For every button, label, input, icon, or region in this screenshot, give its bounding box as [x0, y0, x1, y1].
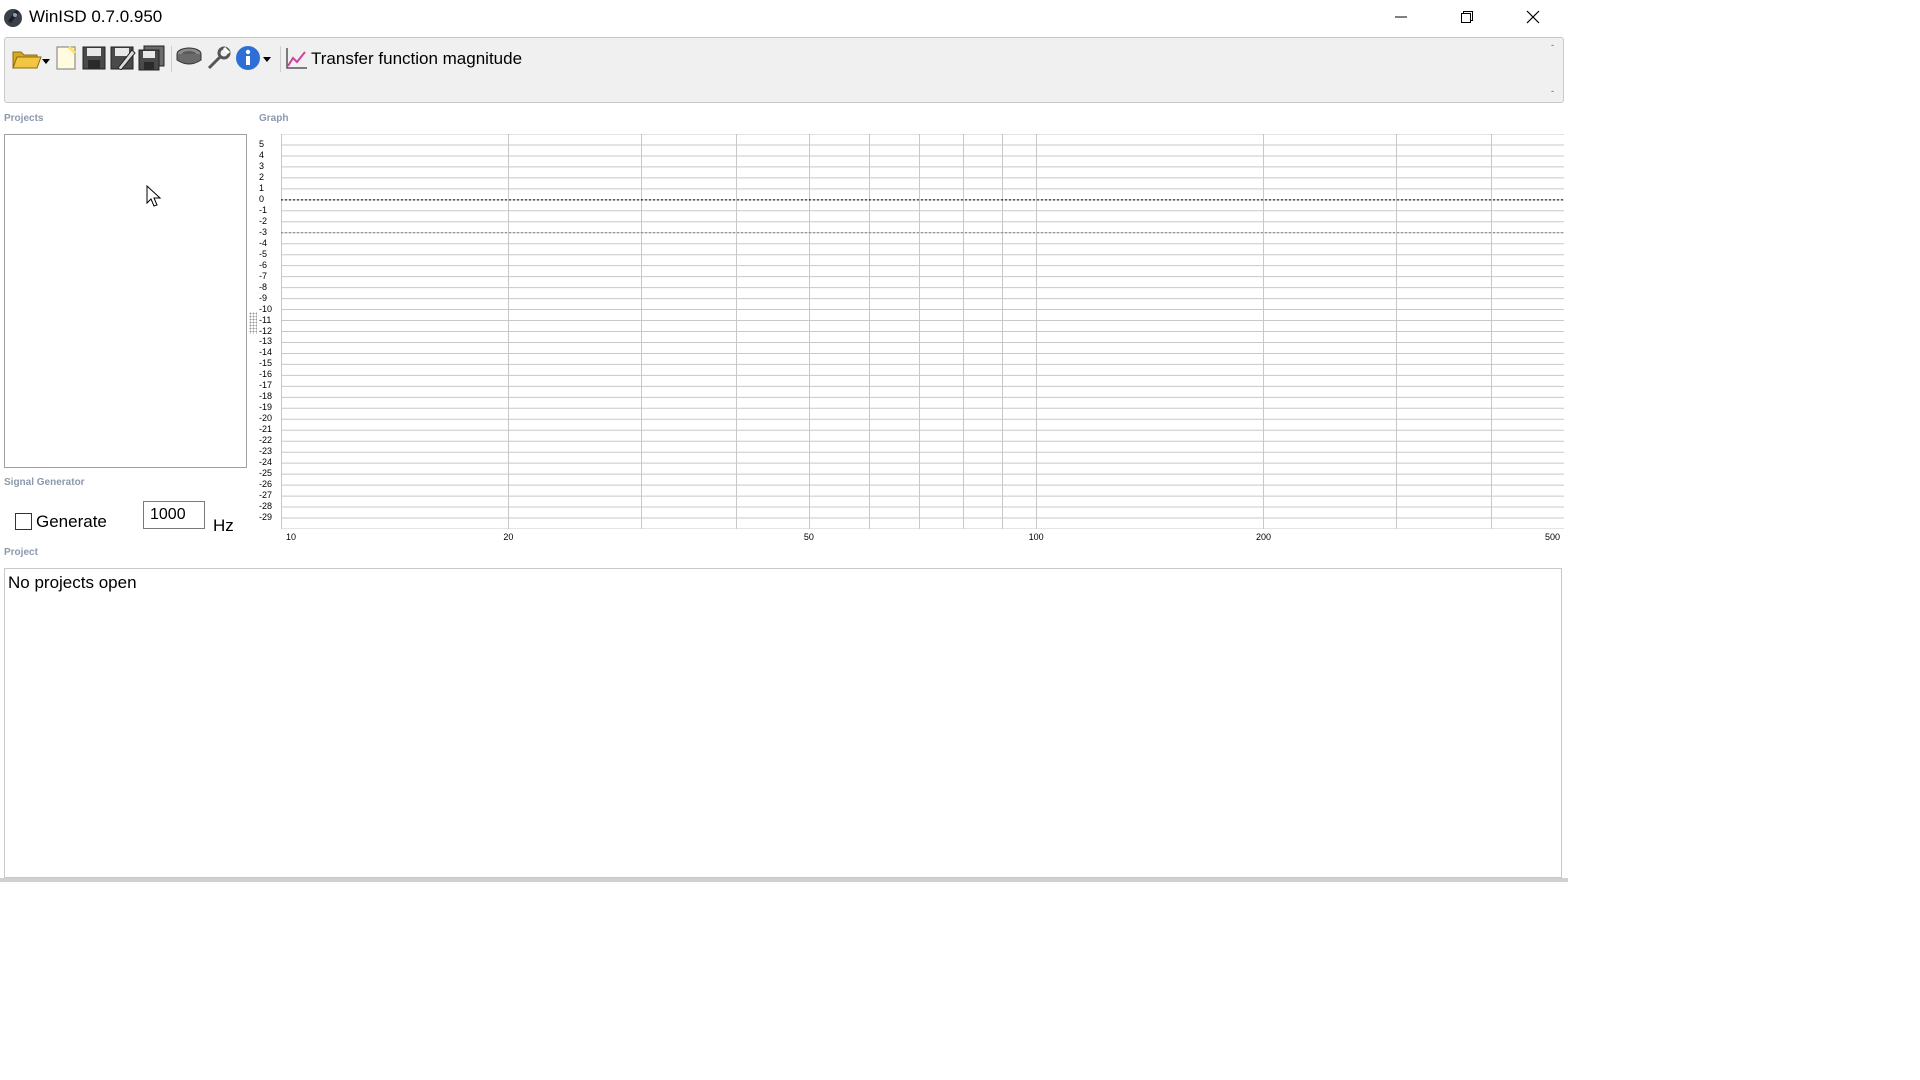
graph-chart-icon	[286, 48, 307, 69]
info-button[interactable]	[235, 44, 275, 72]
y-tick-label: -12	[259, 325, 273, 336]
restore-icon	[1461, 11, 1473, 23]
minimize-icon	[1395, 16, 1407, 18]
x-tick-label: 20	[503, 532, 514, 542]
save-as-button[interactable]	[109, 44, 137, 72]
y-tick-label: -15	[259, 358, 273, 369]
y-tick-label: -11	[259, 314, 272, 325]
panel-splitter-handle[interactable]	[249, 312, 257, 334]
generate-checkbox[interactable]	[15, 513, 32, 530]
mouse-cursor-icon	[146, 185, 162, 207]
tools-icon	[207, 46, 231, 70]
projects-list[interactable]	[4, 134, 247, 468]
status-strip	[0, 878, 1568, 882]
y-tick-label: -10	[259, 303, 273, 314]
y-tick-label: -27	[259, 490, 273, 501]
graph-type-label[interactable]: Transfer function magnitude	[311, 49, 522, 69]
x-tick-label: 50	[803, 532, 814, 542]
x-tick-label: 200	[1255, 532, 1272, 542]
driver-editor-button[interactable]	[175, 44, 203, 72]
x-tick-label: 10	[286, 532, 297, 542]
y-tick-label: -9	[259, 292, 268, 303]
y-tick-label: -24	[259, 457, 273, 468]
generate-label[interactable]: Generate	[36, 512, 107, 532]
project-details-panel: No projects open	[4, 568, 1562, 878]
app-logo-icon	[4, 9, 22, 27]
y-tick-label: -3	[259, 226, 268, 237]
y-tick-label: -29	[259, 512, 273, 523]
y-tick-label: -4	[259, 237, 268, 248]
new-project-icon	[56, 45, 77, 70]
graph-plot-area[interactable]	[281, 134, 1564, 529]
y-tick-label: 0	[259, 193, 265, 204]
toolbar-grip-top: -	[1551, 40, 1554, 50]
toolbar-grip-bottom: -	[1551, 86, 1554, 96]
y-tick-label: -19	[259, 402, 273, 413]
projects-group-label: Projects	[4, 113, 44, 124]
new-project-button[interactable]	[52, 44, 80, 72]
signal-generator-group-label: Signal Generator	[4, 477, 85, 488]
open-folder-icon	[12, 51, 50, 69]
y-tick-label: -5	[259, 248, 268, 259]
y-tick-label: 3	[259, 160, 265, 171]
y-tick-label: -16	[259, 369, 273, 380]
y-tick-label: -8	[259, 281, 268, 292]
x-tick-label: 500	[1545, 532, 1561, 542]
minimize-button[interactable]	[1368, 0, 1434, 34]
y-tick-label: -6	[259, 259, 268, 270]
toolbar-separator	[171, 46, 172, 72]
y-tick-label: -18	[259, 391, 273, 402]
save-all-button[interactable]	[138, 44, 166, 72]
driver-icon	[176, 47, 202, 65]
window-title: WinISD 0.7.0.950	[29, 7, 163, 26]
y-tick-label: -21	[259, 424, 273, 435]
y-tick-label: -23	[259, 446, 273, 457]
close-icon	[1526, 10, 1540, 24]
y-tick-label: -13	[259, 336, 273, 347]
tools-button[interactable]	[205, 44, 233, 72]
frequency-input[interactable]	[143, 501, 205, 529]
graph-type-button[interactable]	[283, 44, 311, 72]
project-group-label: Project	[4, 547, 38, 558]
frequency-unit-label: Hz	[213, 516, 234, 535]
project-status-text: No projects open	[8, 573, 137, 592]
x-tick-label: 100	[1028, 532, 1044, 542]
y-tick-label: -20	[259, 413, 273, 424]
y-tick-label: -25	[259, 468, 273, 479]
y-tick-label: -17	[259, 380, 273, 391]
y-tick-label: -7	[259, 270, 268, 281]
y-tick-label: 4	[259, 149, 265, 160]
save-icon	[82, 46, 106, 70]
save-all-icon	[138, 45, 165, 71]
close-button[interactable]	[1500, 0, 1566, 34]
toolbar-separator	[280, 46, 281, 72]
y-tick-label: 1	[259, 182, 265, 193]
title-bar: WinISD 0.7.0.950	[0, 0, 1568, 34]
main-toolbar: Transfer function magnitude - -	[4, 37, 1564, 103]
open-project-button[interactable]	[11, 44, 51, 72]
y-tick-label: -1	[259, 204, 268, 215]
y-tick-label: -28	[259, 501, 273, 512]
y-tick-label: 2	[259, 171, 265, 182]
save-button[interactable]	[80, 44, 108, 72]
save-as-icon	[110, 46, 136, 70]
y-tick-label: -26	[259, 479, 273, 490]
graph-group-label: Graph	[259, 113, 289, 124]
y-tick-label: -22	[259, 435, 273, 446]
y-tick-label: -14	[259, 347, 273, 358]
info-icon	[236, 46, 271, 70]
restore-button[interactable]	[1434, 0, 1500, 34]
y-tick-label: 5	[259, 138, 265, 149]
y-tick-label: -2	[259, 215, 268, 226]
